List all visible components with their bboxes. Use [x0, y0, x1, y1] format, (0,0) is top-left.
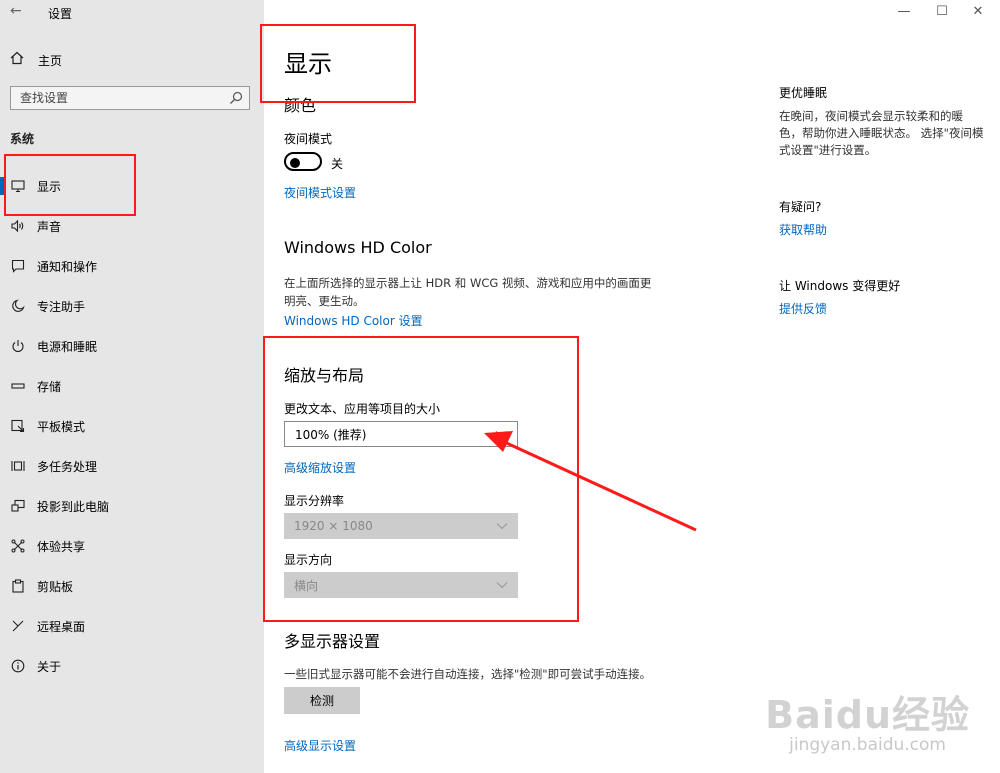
watermark-url: jingyan.baidu.com — [789, 735, 946, 755]
watermark-logo: Baidu经验 — [765, 693, 970, 737]
annotation-arrow — [484, 431, 697, 532]
baidu-watermark: Baidu经验 jingyan.baidu.com — [765, 684, 970, 755]
